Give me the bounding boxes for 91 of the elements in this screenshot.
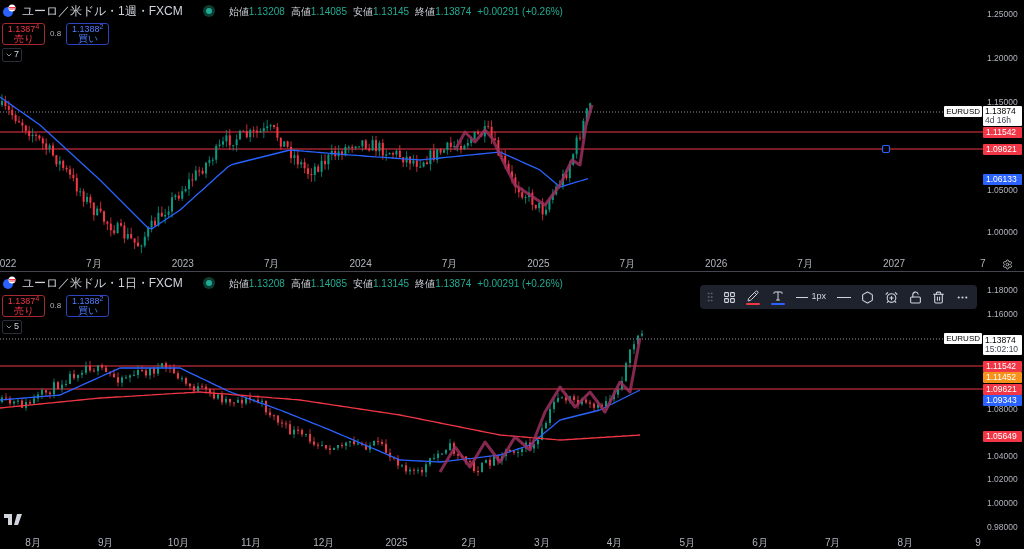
buy-button[interactable]: 1.1388$^{2}$ 買い [66,295,110,317]
time-tick: 4月 [606,537,623,549]
time-tick: 12月 [313,537,335,549]
time-tick: 7 [980,258,986,270]
price-label: 1.09621 [983,143,1022,155]
time-tick: 7月 [619,258,636,270]
ohlc-value: 高値1.14085 [290,4,347,19]
alarm-clock-icon [885,290,898,304]
price-tick: 1.25000 [987,9,1018,19]
price-change: +0.00291 (+0.26%) [477,276,563,291]
line-width-button[interactable]: 1px [791,286,831,308]
time-tick: 2026 [705,258,728,270]
price-label: 1.09621 [983,383,1022,395]
time-tick: 8月 [25,537,41,549]
price-change: +0.00291 (+0.26%) [477,4,563,19]
ohlc-value: 始値1.13208 [228,276,285,291]
time-tick: 5月 [679,537,696,549]
time-tick: 11月 [240,537,262,549]
time-tick: 6月 [752,537,768,549]
price-tick: 1.00000 [987,498,1018,508]
drag-handle-icon[interactable] [704,291,716,303]
current-price-label: 1.13874 4d 16h [983,106,1022,126]
price-tick: 1.16000 [987,309,1018,319]
symbol-label: EURUSD [944,106,982,117]
ohlc-value: 安値1.13145 [353,4,410,19]
ohlc-value: 安値1.13145 [353,276,410,291]
time-tick: 7月 [441,258,458,270]
time-tick: 9 [975,537,981,549]
time-tick: 2023 [171,258,194,270]
grid-plus-icon [722,290,736,304]
ohlc-value: 始値1.13208 [228,4,285,19]
indicators-toggle[interactable]: 7 [2,48,22,62]
ohlc-value: 高値1.14085 [290,276,347,291]
indicators-toggle[interactable]: 5 [2,320,22,334]
symbol-title[interactable]: ユーロ／米ドル・1日・FXCM [22,274,183,292]
price-tick: 1.04000 [987,451,1018,461]
price-tick: 1.00000 [987,227,1018,237]
spread-value: 0.8 [50,28,62,40]
time-tick: 10月 [167,537,189,549]
buy-button[interactable]: 1.1388$^{2}$ 買い [66,23,110,45]
chevron-down-icon [5,51,13,59]
settings-icon [861,290,875,304]
price-tick: 1.02000 [987,474,1018,484]
drawing-handle[interactable] [881,144,891,154]
price-level-line[interactable] [0,148,983,150]
trash-icon [932,290,946,304]
time-tick: 7月 [263,258,280,270]
color-swatch [746,302,761,305]
time-tick: 2027 [882,258,906,270]
price-label: 1.05649 [983,430,1022,442]
logo-icon[interactable] [4,514,24,525]
trend-drawing-line[interactable] [438,337,642,473]
price-tick: 1.08000 [987,404,1018,414]
time-tick: 022 [0,258,17,270]
chevron-down-icon [5,323,13,331]
spread-value: 0.8 [50,300,62,312]
price-tick: 1.18000 [987,285,1018,295]
time-tick: 7月 [824,537,841,549]
ohlc-value: 終値1.13874 [415,276,472,291]
price-tick: 1.05000 [987,185,1018,195]
price-label: 1.09343 [983,394,1022,406]
price-label: 1.06133 [983,173,1022,185]
currency-pair-icon [2,276,16,290]
time-tick: 7月 [86,258,102,270]
price-tick: 0.98000 [987,522,1018,532]
time-tick: 7月 [797,258,813,270]
color-swatch [770,302,785,305]
ohlc-value: 終値1.13874 [415,4,472,19]
trend-drawing-line[interactable] [453,104,594,207]
price-label: 1.11542 [983,126,1022,138]
price-label: 1.11542 [983,360,1022,372]
price-tick: 1.15000 [987,97,1018,107]
time-tick: 9月 [97,537,114,549]
unlocked-padlock-icon [908,290,922,304]
current-price-label: 1.13874 15:02:10 [983,335,1022,355]
time-tick: 2024 [349,258,372,270]
time-tick: 2025 [385,537,408,549]
currency-pair-icon [2,4,16,18]
sell-button[interactable]: 1.1387$^{4}$ 売り [2,295,45,317]
text-icon [771,289,784,302]
settings-icon[interactable] [1002,259,1013,270]
pencil-icon [747,289,760,302]
time-tick: 3月 [534,537,550,549]
symbol-title[interactable]: ユーロ／米ドル・1週・FXCM [22,2,183,20]
sell-button[interactable]: 1.1387$^{4}$ 売り [2,23,45,45]
price-tick: 1.20000 [987,53,1018,63]
price-label: 1.11452 [983,371,1022,383]
time-tick: 2月 [461,537,477,549]
time-tick: 2025 [527,258,550,270]
symbol-label: EURUSD [944,333,982,344]
time-tick: 8月 [897,537,914,549]
